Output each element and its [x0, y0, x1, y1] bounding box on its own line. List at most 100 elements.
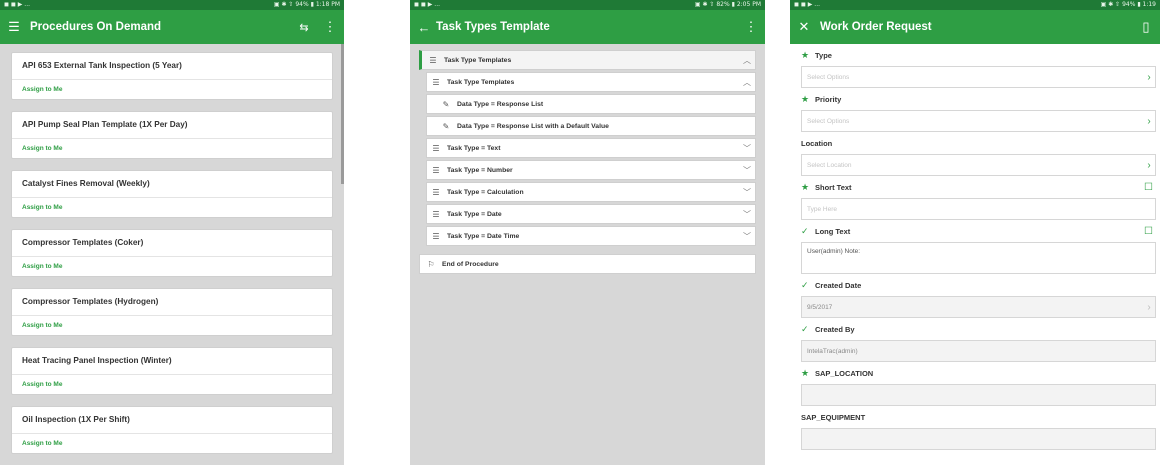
- assign-to-me-button[interactable]: Assign to Me: [12, 434, 332, 447]
- scrollbar[interactable]: [341, 44, 344, 184]
- more-vert-icon[interactable]: ⋮: [322, 19, 338, 35]
- assign-to-me-button[interactable]: Assign to Me: [12, 198, 332, 211]
- procedure-card[interactable]: Heat Tracing Panel Inspection (Winter) A…: [11, 347, 333, 395]
- hamburger-menu-icon[interactable]: ☰: [6, 19, 22, 35]
- task-list-icon: ☰: [432, 77, 440, 87]
- edit-box-icon[interactable]: ☐: [1144, 226, 1156, 237]
- chevron-down-icon[interactable]: ﹀: [739, 143, 755, 154]
- tree-node-end[interactable]: ⚐ End of Procedure: [419, 254, 756, 274]
- status-bar: ◼ ◼ ▶ ... ▣ ✱ ⇧ 94% ▮ 1:19: [790, 0, 1160, 10]
- check-icon: ✓: [801, 225, 809, 236]
- procedure-title: API 653 External Tank Inspection (5 Year…: [22, 61, 182, 70]
- status-right: ▣ ✱ ⇧ 94% ▮ 1:19: [1100, 1, 1156, 8]
- tree-node-number[interactable]: ☰ Task Type = Number ﹀: [426, 160, 756, 180]
- procedure-card[interactable]: API 653 External Tank Inspection (5 Year…: [11, 52, 333, 100]
- task-types-screen: ◼ ◼ ▶ ... ▣ ✱ ⇧ 82% ▮ 2:05 PM ← Task Typ…: [410, 0, 765, 465]
- task-list-icon: ☰: [432, 187, 440, 197]
- flag-icon: ⚐: [427, 259, 435, 269]
- assign-to-me-button[interactable]: Assign to Me: [12, 80, 332, 93]
- status-left: ◼ ◼ ▶ ...: [794, 1, 821, 8]
- procedure-card[interactable]: Compressor Templates (Coker) Assign to M…: [11, 229, 333, 277]
- chevron-up-icon[interactable]: ︿: [739, 55, 755, 66]
- required-star-icon: ★: [801, 93, 810, 104]
- procedure-title: Catalyst Fines Removal (Weekly): [22, 179, 150, 188]
- task-list-icon: ☰: [432, 209, 440, 219]
- long-text-input[interactable]: User(admin) Note:: [801, 242, 1156, 274]
- assign-to-me-button[interactable]: Assign to Me: [12, 257, 332, 270]
- required-star-icon: ★: [801, 181, 810, 192]
- save-icon[interactable]: ▯: [1138, 19, 1154, 35]
- page-title: Procedures On Demand: [30, 21, 162, 33]
- chevron-down-icon[interactable]: ﹀: [739, 187, 755, 198]
- field-label-created-by: ✓ Created By: [801, 323, 855, 334]
- field-label-sap-equipment: SAP_EQUIPMENT: [801, 412, 866, 422]
- task-list-icon: ☰: [432, 143, 440, 153]
- procedure-title: API Pump Seal Plan Template (1X Per Day): [22, 120, 188, 129]
- location-select[interactable]: Select Location ›: [801, 154, 1156, 176]
- sap-equipment-field[interactable]: [801, 428, 1156, 450]
- work-order-screen: ◼ ◼ ▶ ... ▣ ✱ ⇧ 94% ▮ 1:19 ✕ Work Order …: [790, 0, 1160, 465]
- procedure-card[interactable]: Oil Inspection (1X Per Shift) Assign to …: [11, 406, 333, 454]
- tree-node-templates[interactable]: ☰ Task Type Templates ︿: [426, 72, 756, 92]
- procedure-list: API 653 External Tank Inspection (5 Year…: [0, 44, 344, 454]
- task-tree: ☰ Task Type Templates ︿ ☰ Task Type Temp…: [410, 44, 765, 274]
- procedure-title: Compressor Templates (Coker): [22, 238, 144, 247]
- status-right: ▣ ✱ ⇧ 82% ▮ 2:05 PM: [694, 1, 761, 8]
- chevron-down-icon[interactable]: ﹀: [739, 209, 755, 220]
- procedure-card[interactable]: Compressor Templates (Hydrogen) Assign t…: [11, 288, 333, 336]
- procedure-title: Heat Tracing Panel Inspection (Winter): [22, 356, 172, 365]
- status-right: ▣ ✱ ⇧ 94% ▮ 1:18 PM: [273, 1, 340, 8]
- assign-to-me-button[interactable]: Assign to Me: [12, 139, 332, 152]
- procedure-title: Oil Inspection (1X Per Shift): [22, 415, 130, 424]
- chevron-down-icon[interactable]: ﹀: [739, 231, 755, 242]
- tree-node-response-list-default[interactable]: ✎ Data Type = Response List with a Defau…: [426, 116, 756, 136]
- tree-node-response-list[interactable]: ✎ Data Type = Response List: [426, 94, 756, 114]
- type-select[interactable]: Select Options ›: [801, 66, 1156, 88]
- status-left: ◼ ◼ ▶ ...: [414, 1, 441, 8]
- status-bar: ◼ ◼ ▶ ... ▣ ✱ ⇧ 82% ▮ 2:05 PM: [410, 0, 765, 10]
- task-list-icon: ☰: [432, 165, 440, 175]
- filter-icon[interactable]: ⇆: [296, 21, 312, 34]
- tree-node-text[interactable]: ☰ Task Type = Text ﹀: [426, 138, 756, 158]
- page-title: Work Order Request: [820, 21, 932, 33]
- chevron-right-icon: ›: [1147, 115, 1151, 127]
- tree-node-date[interactable]: ☰ Task Type = Date ﹀: [426, 204, 756, 224]
- procedure-card[interactable]: Catalyst Fines Removal (Weekly) Assign t…: [11, 170, 333, 218]
- chevron-right-icon: ›: [1147, 71, 1151, 83]
- edit-box-icon: ✎: [442, 99, 450, 109]
- chevron-up-icon[interactable]: ︿: [739, 77, 755, 88]
- short-text-input[interactable]: Type Here: [801, 198, 1156, 220]
- assign-to-me-button[interactable]: Assign to Me: [12, 375, 332, 388]
- status-bar: ◼ ◼ ▶ ... ▣ ✱ ⇧ 94% ▮ 1:18 PM: [0, 0, 344, 10]
- back-arrow-icon[interactable]: ←: [416, 20, 432, 35]
- sap-location-field[interactable]: [801, 384, 1156, 406]
- procedure-title: Compressor Templates (Hydrogen): [22, 297, 159, 306]
- created-by-field: IntelaTrac(admin): [801, 340, 1156, 362]
- close-icon[interactable]: ✕: [796, 19, 812, 35]
- field-label-type: ★ Type: [801, 49, 832, 60]
- check-icon: ✓: [801, 323, 809, 334]
- priority-select[interactable]: Select Options ›: [801, 110, 1156, 132]
- created-date-field: 9/5/2017 ›: [801, 296, 1156, 318]
- edit-box-icon[interactable]: ☐: [1144, 182, 1156, 193]
- tree-node-date-time[interactable]: ☰ Task Type = Date Time ﹀: [426, 226, 756, 246]
- assign-to-me-button[interactable]: Assign to Me: [12, 316, 332, 329]
- required-star-icon: ★: [801, 49, 810, 60]
- edit-box-icon: ✎: [442, 121, 450, 131]
- check-icon: ✓: [801, 279, 809, 290]
- tree-node-root[interactable]: ☰ Task Type Templates ︿: [419, 50, 756, 70]
- field-label-long-text: ✓ Long Text ☐: [801, 220, 1156, 242]
- work-order-form: ★ Type Select Options › ★ Priority Selec…: [790, 44, 1160, 450]
- tree-node-calculation[interactable]: ☰ Task Type = Calculation ﹀: [426, 182, 756, 202]
- required-star-icon: ★: [801, 367, 810, 378]
- chevron-down-icon[interactable]: ﹀: [739, 165, 755, 176]
- page-title: Task Types Template: [436, 21, 550, 33]
- field-label-created-date: ✓ Created Date: [801, 279, 862, 290]
- chevron-right-icon: ›: [1147, 301, 1151, 313]
- task-list-icon: ☰: [432, 231, 440, 241]
- status-left: ◼ ◼ ▶ ...: [4, 1, 31, 8]
- procedure-card[interactable]: API Pump Seal Plan Template (1X Per Day)…: [11, 111, 333, 159]
- more-vert-icon[interactable]: ⋮: [743, 19, 759, 35]
- app-bar: ← Task Types Template ⋮: [410, 10, 765, 44]
- field-label-priority: ★ Priority: [801, 93, 842, 104]
